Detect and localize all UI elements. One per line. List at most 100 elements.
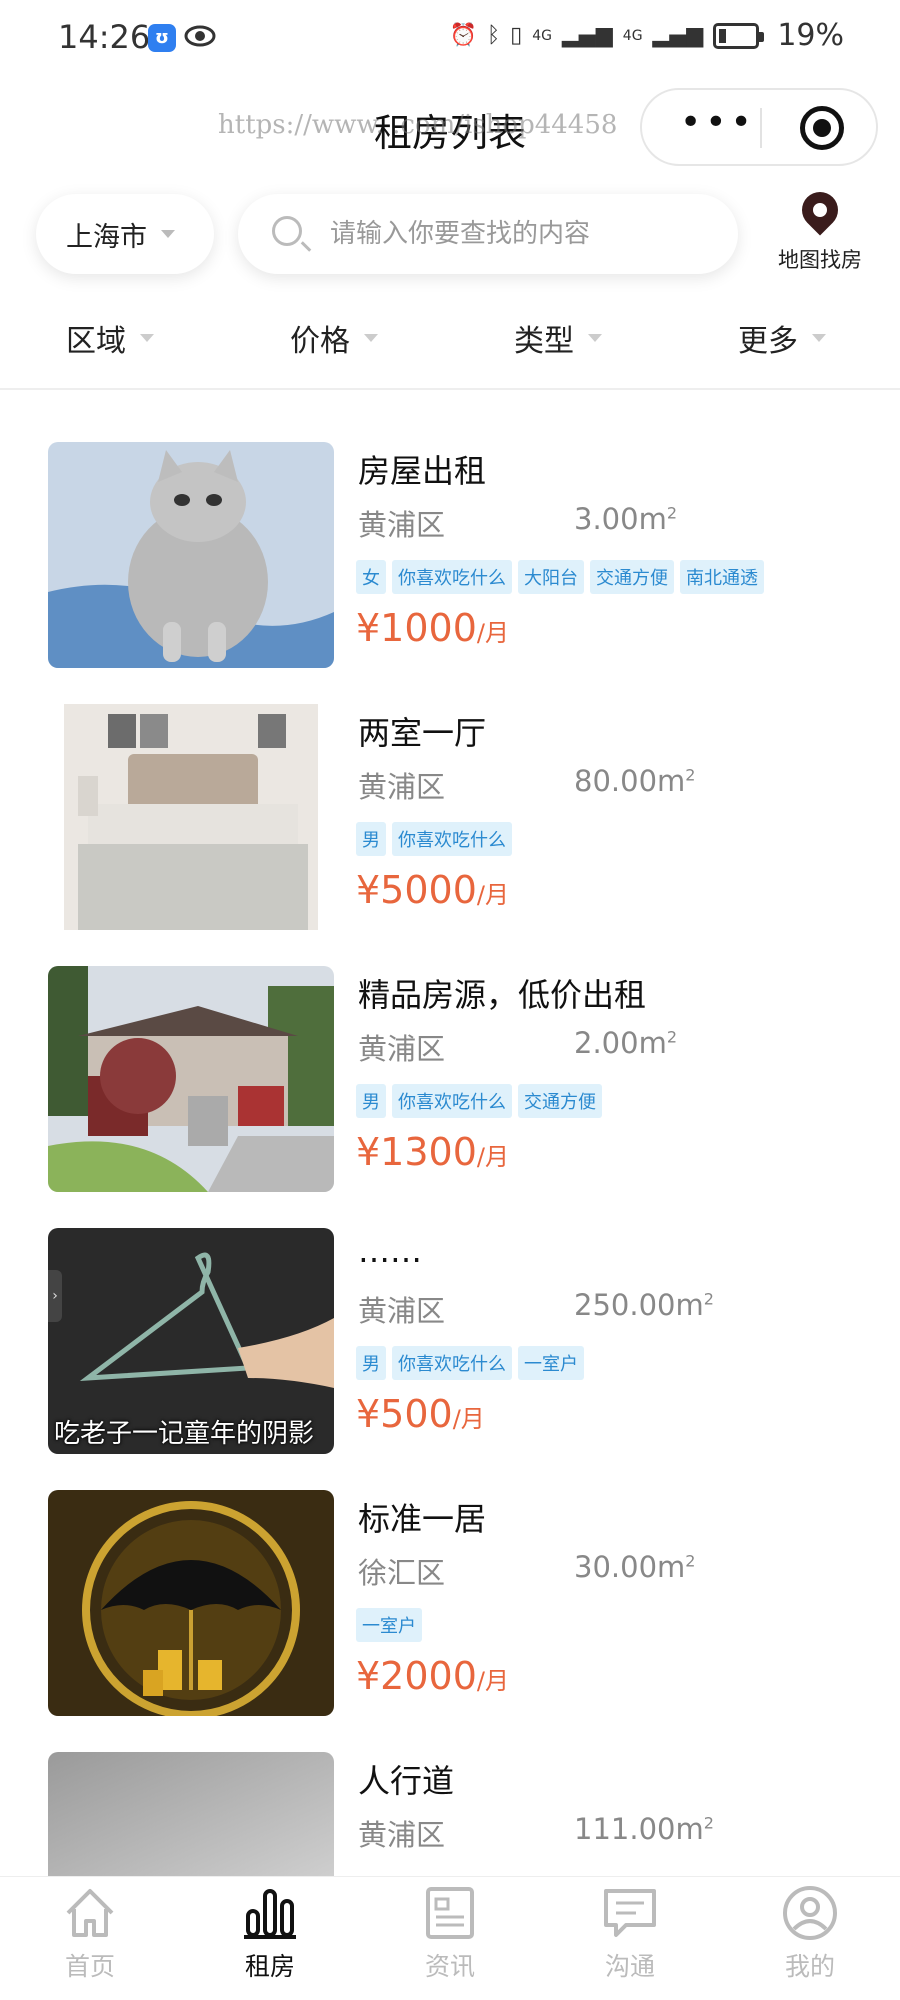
listing-photo — [48, 1752, 334, 1880]
listing-title: 标准一居 — [358, 1500, 487, 1538]
listing-price: ¥1300/月 — [356, 1130, 509, 1174]
tag: 男 — [356, 1084, 386, 1118]
tag: 一室户 — [518, 1346, 584, 1380]
side-drawer-handle[interactable]: › — [48, 1270, 62, 1322]
filter-label: 价格 — [290, 324, 350, 359]
search-input[interactable] — [330, 214, 710, 254]
home-icon — [66, 1889, 114, 1937]
listing-title: 人行道 — [358, 1762, 455, 1800]
tag: 一室户 — [356, 1608, 422, 1642]
filter-region[interactable]: 区域 — [66, 316, 154, 360]
listing-item[interactable]: 吃老子一记童年的阴影 …… 黄浦区 250.00m2 男 你喜欢吃什么 一室户 … — [0, 1224, 900, 1454]
tag: 南北通透 — [680, 560, 764, 594]
listing-title: …… — [358, 1232, 422, 1270]
bar-chart-icon — [244, 1889, 296, 1939]
listing-title: 房屋出租 — [358, 452, 487, 490]
tab-rent[interactable]: 租房 — [220, 1883, 320, 1983]
bottom-tab-bar: 首页 租房 资讯 沟通 我的 — [0, 1876, 900, 2000]
listing-tags: 男 你喜欢吃什么 交通方便 — [356, 1084, 602, 1118]
tag: 你喜欢吃什么 — [392, 560, 512, 594]
filter-type[interactable]: 类型 — [514, 316, 602, 360]
listing-price: ¥1000/月 — [356, 606, 509, 650]
news-icon — [426, 1887, 474, 1939]
chat-icon — [604, 1889, 656, 1937]
tag: 交通方便 — [518, 1084, 602, 1118]
listing-item[interactable]: 两室一厅 黄浦区 80.00m2 男 你喜欢吃什么 ¥5000/月 — [0, 700, 900, 930]
filter-bar: 区域 价格 类型 更多 — [0, 310, 900, 390]
tab-label: 资讯 — [424, 1952, 475, 1981]
filter-price[interactable]: 价格 — [290, 316, 378, 360]
close-target-icon[interactable] — [800, 106, 844, 150]
tab-profile[interactable]: 我的 — [760, 1883, 860, 1983]
listing-district: 黄浦区 — [358, 1032, 446, 1066]
watermark: https://www. .com/ishop44458 — [218, 110, 618, 140]
listing-district: 黄浦区 — [358, 1818, 446, 1852]
listing-area: 30.00m2 — [574, 1550, 696, 1584]
listing-photo — [48, 704, 334, 930]
tag: 男 — [356, 822, 386, 856]
profile-icon — [783, 1886, 837, 1940]
tab-chat[interactable]: 沟通 — [580, 1883, 680, 1983]
listing-district: 黄浦区 — [358, 770, 446, 804]
tab-label: 租房 — [244, 1952, 295, 1981]
tag: 交通方便 — [590, 560, 674, 594]
status-bar: 14:26 ʊ ⏰ ᛒ ▯ 4G ▂▄▆ 4G ▂▄▆ 19% — [0, 0, 900, 80]
caret-down-icon — [140, 334, 154, 342]
map-search-label: 地图找房 — [778, 248, 862, 272]
city-selector[interactable]: 上海市 — [36, 194, 214, 274]
listing-price: ¥5000/月 — [356, 868, 509, 912]
map-pin-icon — [794, 184, 846, 236]
tab-label: 沟通 — [604, 1952, 655, 1981]
house-photo — [48, 966, 334, 1192]
listing-tags: 女 你喜欢吃什么 大阳台 交通方便 南北通透 — [356, 560, 764, 594]
blurred-photo — [48, 1752, 334, 1880]
listing-item[interactable]: 房屋出租 黄浦区 3.00m2 女 你喜欢吃什么 大阳台 交通方便 南北通透 ¥… — [0, 438, 900, 668]
listing-photo: 吃老子一记童年的阴影 — [48, 1228, 334, 1454]
search-box[interactable] — [238, 194, 738, 274]
tab-label: 我的 — [784, 1952, 835, 1981]
listing-title: 两室一厅 — [358, 714, 487, 752]
listing-area: 3.00m2 — [574, 502, 678, 536]
eye-icon — [184, 25, 216, 47]
signal-icon: ▂▄▆ — [652, 23, 704, 48]
status-time: 14:26 — [58, 18, 151, 56]
search-row: 上海市 地图找房 — [0, 184, 900, 288]
listing-item[interactable]: 精品房源，低价出租 黄浦区 2.00m2 男 你喜欢吃什么 交通方便 ¥1300… — [0, 962, 900, 1192]
tag: 大阳台 — [518, 560, 584, 594]
caret-down-icon — [588, 334, 602, 342]
battery-percent: 19% — [777, 18, 844, 53]
listing-area: 2.00m2 — [574, 1026, 678, 1060]
listing-photo — [48, 1490, 334, 1716]
listing-photo — [48, 442, 334, 668]
filter-label: 区域 — [66, 324, 126, 359]
caret-down-icon — [812, 334, 826, 342]
tab-news[interactable]: 资讯 — [400, 1883, 500, 1983]
listing-district: 徐汇区 — [358, 1556, 446, 1590]
tag: 你喜欢吃什么 — [392, 1084, 512, 1118]
mini-program-capsule: ••• — [640, 88, 878, 166]
listing-price: ¥2000/月 — [356, 1654, 509, 1698]
filter-more[interactable]: 更多 — [738, 316, 826, 360]
umbrella-coins-photo — [48, 1490, 334, 1716]
listing-item[interactable]: 标准一居 徐汇区 30.00m2 一室户 ¥2000/月 — [0, 1486, 900, 1716]
listing-tags: 男 你喜欢吃什么 一室户 — [356, 1346, 584, 1380]
photo-caption: 吃老子一记童年的阴影 — [54, 1419, 315, 1449]
listing-price: ¥500/月 — [356, 1392, 485, 1436]
nav-bar: 租房列表 https://www. .com/ishop44458 ••• — [0, 84, 900, 174]
tab-home[interactable]: 首页 — [40, 1883, 140, 1983]
listing-tags: 男 你喜欢吃什么 — [356, 822, 512, 856]
listing-tags: 一室户 — [356, 1608, 422, 1642]
tag: 女 — [356, 560, 386, 594]
bedroom-photo — [48, 704, 334, 930]
signal-icon: ▂▄▆ — [562, 23, 613, 48]
map-search-button[interactable]: 地图找房 — [770, 184, 870, 278]
filter-label: 类型 — [514, 324, 574, 359]
listing-area: 250.00m2 — [574, 1288, 714, 1322]
more-options-icon[interactable]: ••• — [680, 105, 756, 141]
tab-label: 首页 — [64, 1952, 115, 1981]
city-label: 上海市 — [66, 221, 147, 253]
caret-down-icon — [161, 230, 175, 238]
vibrate-icon: ▯ — [510, 23, 523, 48]
alarm-icon: ⏰ — [449, 23, 477, 48]
tag: 男 — [356, 1346, 386, 1380]
